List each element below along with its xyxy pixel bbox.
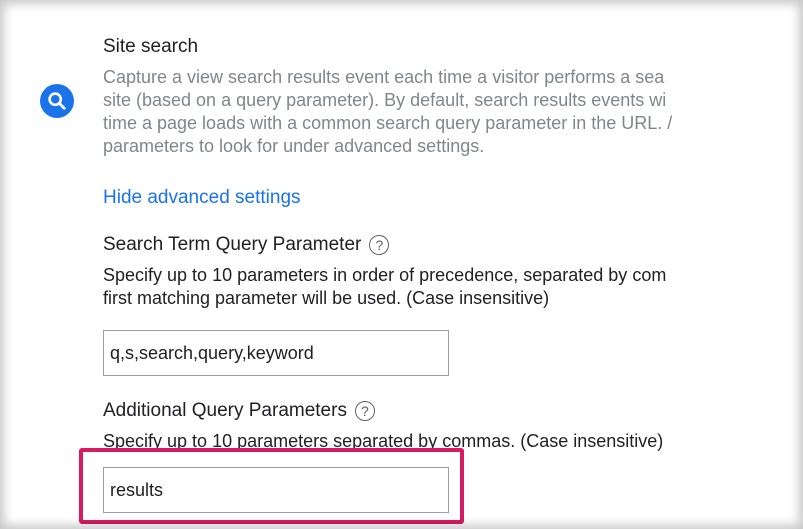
search-term-label: Search Term Query Parameter xyxy=(103,234,362,255)
description-line: parameters to look for under advanced se… xyxy=(103,136,485,156)
help-icon[interactable]: ? xyxy=(354,401,375,421)
description-line: site (based on a query parameter). By de… xyxy=(103,90,667,110)
hide-advanced-settings-link[interactable]: Hide advanced settings xyxy=(103,187,301,209)
additional-params-description: Specify up to 10 parameters separated by… xyxy=(103,431,664,451)
description-line: Specify up to 10 parameters in order of … xyxy=(103,265,667,285)
description-line: time a page loads with a common search q… xyxy=(103,113,673,133)
site-search-description: Capture a view search results event each… xyxy=(103,66,803,158)
search-term-field-title: Search Term Query Parameter ? xyxy=(103,234,390,256)
additional-params-input[interactable] xyxy=(103,467,449,513)
description-line: first matching parameter will be used. (… xyxy=(103,288,550,308)
description-line: Capture a view search results event each… xyxy=(103,67,665,87)
search-term-input[interactable] xyxy=(103,330,449,376)
section-title: Site search xyxy=(103,36,199,57)
help-icon[interactable]: ? xyxy=(369,235,390,255)
additional-params-label: Additional Query Parameters xyxy=(103,400,347,421)
additional-params-field-title: Additional Query Parameters ? xyxy=(103,400,375,422)
search-icon xyxy=(40,84,74,118)
site-search-panel: Site search Capture a view search result… xyxy=(0,0,803,529)
search-term-description: Specify up to 10 parameters in order of … xyxy=(103,264,666,310)
